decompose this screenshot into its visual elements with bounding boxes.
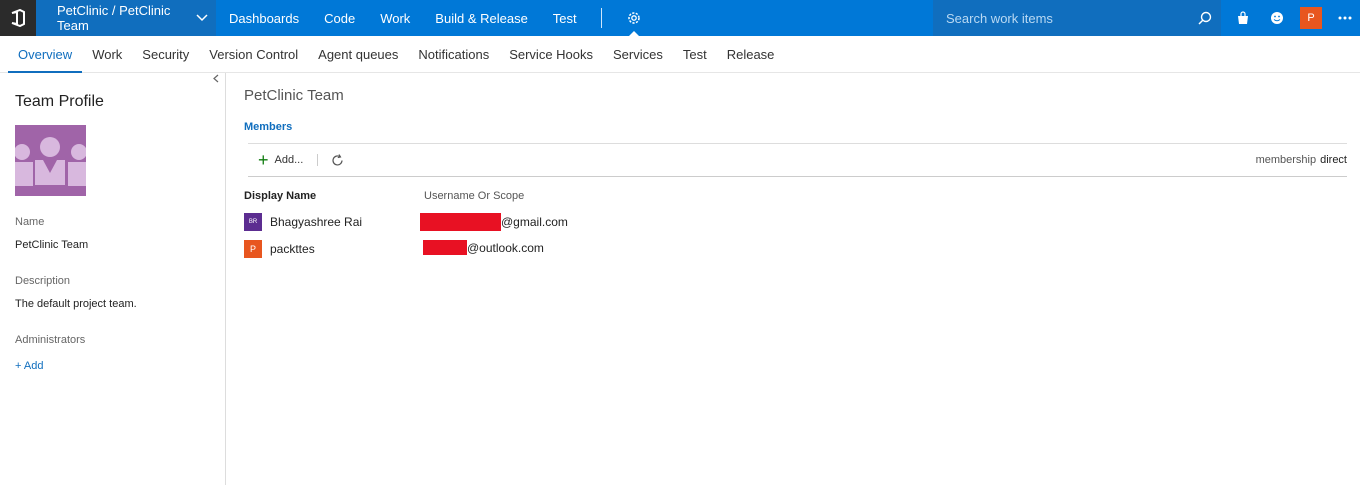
search-box[interactable]: [933, 0, 1221, 36]
vsts-logo-icon[interactable]: [0, 0, 36, 36]
nav-work[interactable]: Work: [368, 0, 423, 36]
tab-work[interactable]: Work: [82, 36, 132, 72]
user-avatar-initial: P: [1300, 7, 1322, 29]
more-ellipsis-icon[interactable]: [1328, 0, 1360, 36]
panel-title: Team Profile: [15, 93, 104, 110]
member-avatar: BR: [244, 213, 262, 231]
search-input[interactable]: [946, 10, 1189, 26]
chevron-down-icon: [196, 11, 208, 25]
member-avatar: P: [244, 240, 262, 258]
member-email: @gmail.com: [420, 213, 568, 231]
column-username[interactable]: Username Or Scope: [424, 190, 524, 202]
project-name: PetClinic / PetClinic Team: [57, 3, 171, 33]
members-heading: Members: [244, 121, 293, 133]
member-name: packttes: [270, 242, 315, 256]
email-suffix: @gmail.com: [501, 215, 568, 229]
tab-service-hooks[interactable]: Service Hooks: [499, 36, 603, 72]
membership-label: membership: [1255, 154, 1317, 166]
tab-overview[interactable]: Overview: [8, 36, 83, 73]
hub-nav: Dashboards Code Work Build & Release Tes…: [216, 0, 589, 36]
settings-gear-icon[interactable]: [616, 0, 652, 36]
user-avatar[interactable]: P: [1294, 0, 1328, 36]
page-title: PetClinic Team: [244, 87, 344, 104]
name-label: Name: [15, 216, 45, 228]
marketplace-bag-icon[interactable]: [1226, 0, 1260, 36]
add-administrator-link[interactable]: + Add: [15, 360, 43, 372]
tab-security[interactable]: Security: [132, 36, 199, 72]
nav-divider: [601, 8, 603, 28]
tab-agent-queues[interactable]: Agent queues: [308, 36, 408, 72]
team-image-icon: [15, 125, 86, 196]
team-profile-panel: Team Profile Name PetClinic Team Descrip…: [0, 73, 226, 485]
email-suffix: @outlook.com: [467, 240, 544, 255]
add-member-label: Add...: [274, 154, 304, 166]
toolbar-divider: [317, 154, 319, 166]
administrators-label: Administrators: [15, 334, 86, 346]
collapse-chevron-icon[interactable]: [213, 74, 219, 86]
members-content: PetClinic Team Members + Add... membersh…: [227, 73, 1360, 485]
refresh-icon[interactable]: [330, 153, 345, 168]
name-value: PetClinic Team: [15, 239, 89, 251]
membership-filter[interactable]: membership direct: [1256, 154, 1347, 166]
nav-code[interactable]: Code: [312, 0, 368, 36]
user-actions: P: [1226, 0, 1360, 36]
description-value: The default project team.: [15, 298, 137, 310]
redaction-block: [423, 240, 467, 255]
project-selector[interactable]: PetClinic / PetClinic Team: [36, 0, 216, 36]
nav-test[interactable]: Test: [540, 0, 589, 36]
tab-version-control[interactable]: Version Control: [199, 36, 308, 72]
members-toolbar: + Add... membership direct: [248, 143, 1347, 177]
member-row[interactable]: P packttes: [244, 239, 315, 259]
redaction-block: [420, 213, 501, 231]
member-row[interactable]: BR Bhagyashree Rai: [244, 212, 362, 232]
add-member-button[interactable]: + Add...: [258, 151, 303, 169]
tab-notifications[interactable]: Notifications: [408, 36, 499, 72]
top-nav-bar: PetClinic / PetClinic Team Dashboards Co…: [0, 0, 1360, 36]
tab-services[interactable]: Services: [603, 36, 673, 72]
membership-value: direct: [1320, 154, 1347, 166]
member-name: Bhagyashree Rai: [270, 215, 363, 229]
nav-dashboards[interactable]: Dashboards: [216, 0, 312, 36]
search-icon[interactable]: [1189, 11, 1221, 25]
tab-release[interactable]: Release: [717, 36, 785, 72]
tab-test[interactable]: Test: [673, 36, 717, 72]
description-label: Description: [15, 275, 71, 287]
column-display-name[interactable]: Display Name: [244, 190, 316, 202]
plus-icon: +: [258, 150, 269, 170]
nav-build-release[interactable]: Build & Release: [423, 0, 541, 36]
member-email: @outlook.com: [423, 240, 544, 255]
feedback-smiley-icon[interactable]: [1260, 0, 1294, 36]
admin-tab-bar: Overview Work Security Version Control A…: [0, 36, 1360, 73]
